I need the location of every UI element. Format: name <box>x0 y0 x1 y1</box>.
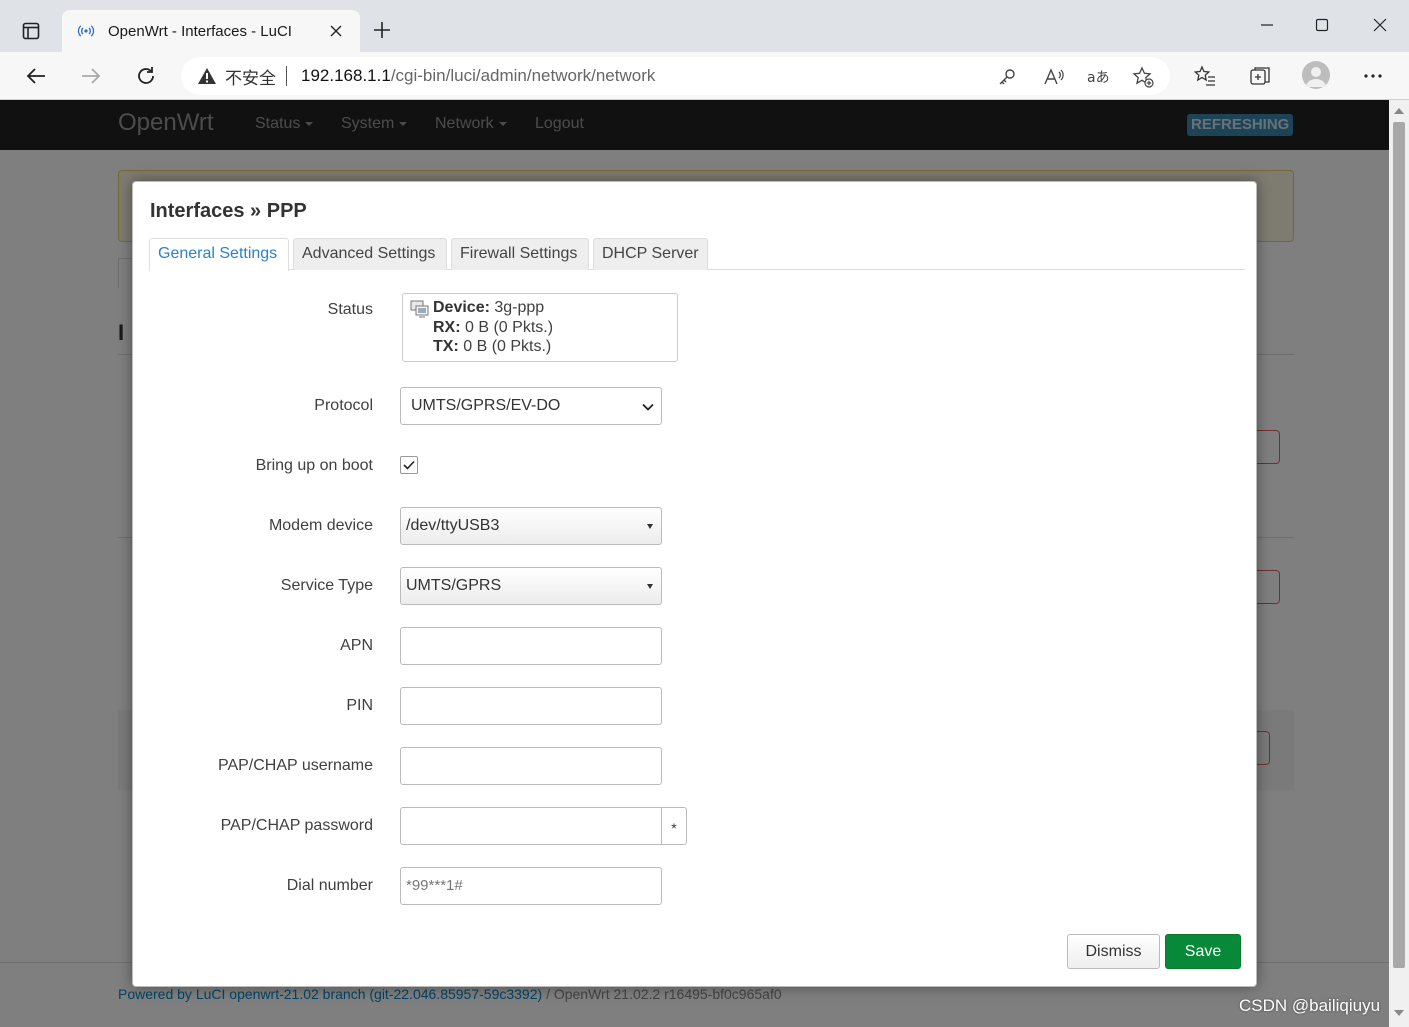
tab-advanced-settings[interactable]: Advanced Settings <box>293 238 447 270</box>
scrollbar-thumb[interactable] <box>1393 122 1405 968</box>
tab-title: OpenWrt - Interfaces - LuCI <box>108 22 292 40</box>
page-scrollbar[interactable] <box>1389 100 1409 1027</box>
apn-label: APN <box>340 637 373 654</box>
csdn-watermark: CSDN @bailiqiuyu <box>1239 996 1381 1015</box>
back-icon[interactable] <box>20 60 52 92</box>
wireless-favicon-icon <box>76 21 96 41</box>
profile-avatar[interactable] <box>1302 61 1330 89</box>
more-options-icon[interactable] <box>1359 62 1387 90</box>
status-box: Device: 3g-ppp RX: 0 B (0 Pkts.) TX: 0 B… <box>402 293 678 362</box>
device-value: 3g-ppp <box>494 299 545 316</box>
close-window-icon[interactable] <box>1365 12 1395 38</box>
translate-icon[interactable]: aあ <box>1087 66 1109 88</box>
tx-key: TX: <box>433 338 459 355</box>
service-type-label: Service Type <box>280 577 373 594</box>
checkmark-icon <box>403 460 415 470</box>
close-tab-icon[interactable] <box>326 21 346 41</box>
key-icon[interactable] <box>996 66 1018 88</box>
tx-value: 0 B (0 Pkts.) <box>463 338 552 355</box>
collections-icon[interactable] <box>1246 62 1274 90</box>
dropdown-triangle-icon <box>647 524 653 529</box>
pap-password-label: PAP/CHAP password <box>220 817 373 834</box>
rx-value: 0 B (0 Pkts.) <box>465 318 554 336</box>
address-bar-row: 不安全 192.168.1.1/cgi-bin/luci/admin/netwo… <box>0 52 1409 100</box>
dial-number-placeholder: *99***1# <box>406 877 463 894</box>
pap-username-label: PAP/CHAP username <box>217 757 373 774</box>
add-favorite-icon[interactable] <box>1132 66 1154 88</box>
scroll-up-icon[interactable] <box>1394 108 1404 114</box>
favorites-icon[interactable] <box>1191 62 1219 90</box>
modem-device-value: /dev/ttyUSB3 <box>406 517 500 534</box>
url-separator <box>286 66 287 86</box>
dial-number-label: Dial number <box>286 877 373 894</box>
service-type-select[interactable]: UMTS/GPRS <box>400 567 662 605</box>
status-label: Status <box>327 301 373 318</box>
browser-tab[interactable]: OpenWrt - Interfaces - LuCI <box>62 10 360 52</box>
dial-number-input[interactable]: *99***1# <box>400 867 662 905</box>
reveal-password-button[interactable]: * <box>661 807 687 845</box>
dismiss-button[interactable]: Dismiss <box>1067 934 1160 969</box>
bring-up-on-boot-checkbox[interactable] <box>400 456 418 474</box>
apn-input[interactable] <box>400 627 662 665</box>
save-button[interactable]: Save <box>1165 934 1241 969</box>
tab-actions-icon[interactable] <box>14 16 48 46</box>
url-host[interactable]: 192.168.1.1 <box>301 66 391 86</box>
tab-firewall-settings[interactable]: Firewall Settings <box>451 238 589 270</box>
url-path[interactable]: /cgi-bin/luci/admin/network/network <box>391 66 656 86</box>
minimize-icon[interactable] <box>1252 12 1282 38</box>
protocol-select[interactable]: UMTS/GPRS/EV-DO <box>400 387 662 425</box>
status-device-line: Device: 3g-ppp <box>433 298 553 318</box>
read-aloud-icon[interactable] <box>1043 66 1065 88</box>
modal-title: Interfaces » PPP <box>150 200 307 222</box>
status-lines: Device: 3g-ppp RX: 0 B (0 Pkts.) TX: 0 B… <box>433 298 553 357</box>
warning-icon[interactable] <box>197 67 217 85</box>
status-tx-line: TX: 0 B (0 Pkts.) <box>433 337 553 357</box>
pin-input[interactable] <box>400 687 662 725</box>
svg-text:aあ: aあ <box>1087 70 1109 86</box>
pap-username-input[interactable] <box>400 747 662 785</box>
scroll-down-icon[interactable] <box>1394 1010 1404 1016</box>
modem-device-label: Modem device <box>268 517 373 534</box>
insecure-label[interactable]: 不安全 <box>225 64 276 89</box>
rx-key: RX: <box>433 318 461 336</box>
forward-icon[interactable] <box>75 60 107 92</box>
maximize-icon[interactable] <box>1307 12 1337 38</box>
tab-dhcp-server[interactable]: DHCP Server <box>593 238 708 270</box>
modem-device-select[interactable]: /dev/ttyUSB3 <box>400 507 662 545</box>
status-rx-line: RX: 0 B (0 Pkts.) <box>433 318 553 338</box>
new-tab-icon[interactable] <box>368 16 396 44</box>
interface-edit-modal: Interfaces » PPP General Settings Advanc… <box>132 181 1257 987</box>
modal-tab-bar: General Settings Advanced Settings Firew… <box>149 237 1245 271</box>
address-bar[interactable]: 不安全 192.168.1.1/cgi-bin/luci/admin/netwo… <box>181 57 1170 95</box>
bring-up-on-boot-label: Bring up on boot <box>255 457 373 474</box>
reload-icon[interactable] <box>130 60 162 92</box>
tab-general-settings[interactable]: General Settings <box>149 238 289 271</box>
protocol-value: UMTS/GPRS/EV-DO <box>411 397 561 414</box>
protocol-label: Protocol <box>314 397 373 414</box>
device-key: Device: <box>433 299 490 316</box>
service-type-value: UMTS/GPRS <box>406 577 502 594</box>
pap-password-input[interactable] <box>400 807 662 845</box>
pin-label: PIN <box>346 697 373 714</box>
dropdown-triangle-icon <box>647 584 653 589</box>
network-device-icon <box>410 300 429 318</box>
chevron-down-icon <box>642 403 654 411</box>
browser-tab-bar: OpenWrt - Interfaces - LuCI <box>0 0 1409 52</box>
